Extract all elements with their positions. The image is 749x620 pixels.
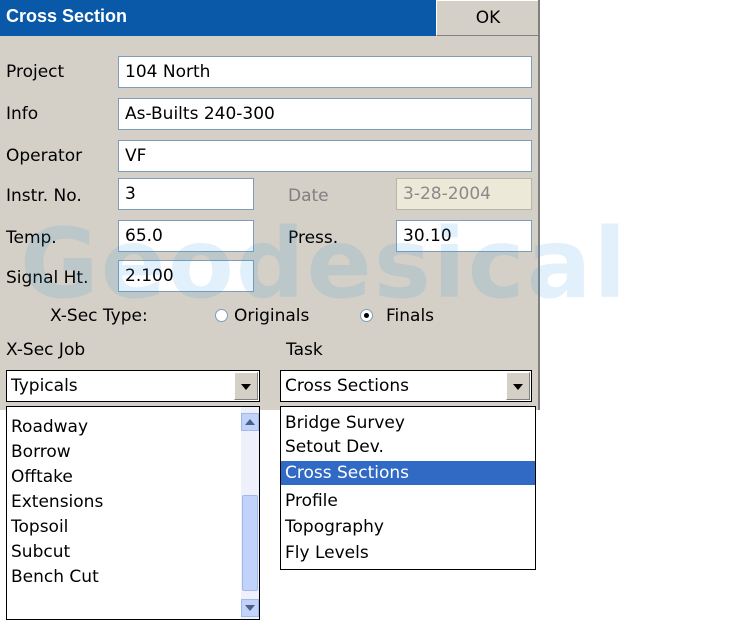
list-item[interactable]: Bridge Survey — [285, 413, 405, 433]
signal-ht-field[interactable]: 2.100 — [118, 260, 254, 292]
list-item[interactable]: Fly Levels — [285, 543, 369, 563]
list-item[interactable]: Profile — [285, 491, 338, 511]
xsec-job-label: X-Sec Job — [6, 340, 86, 360]
scrollbar-thumb[interactable] — [242, 495, 258, 591]
list-item[interactable]: Setout Dev. — [285, 437, 384, 457]
chevron-down-icon[interactable] — [506, 372, 530, 400]
operator-field[interactable]: VF — [118, 140, 532, 172]
scroll-down-icon[interactable] — [241, 599, 259, 617]
xsec-job-dropdown[interactable]: Typicals — [6, 370, 260, 402]
date-label: Date — [288, 186, 329, 206]
list-item[interactable]: Roadway — [11, 417, 88, 437]
list-item-selected[interactable]: Cross Sections — [281, 461, 535, 485]
operator-label: Operator — [6, 146, 83, 166]
project-field[interactable]: 104 North — [118, 56, 532, 88]
window-title: Cross Section — [6, 6, 128, 26]
list-item[interactable]: Subcut — [11, 542, 70, 562]
temp-field[interactable]: 65.0 — [118, 220, 254, 252]
scrollbar[interactable] — [241, 407, 259, 619]
press-label: Press. — [288, 228, 339, 248]
list-item[interactable]: Topography — [285, 517, 384, 537]
signal-ht-label: Signal Ht. — [6, 268, 89, 288]
originals-radio-label[interactable]: Originals — [234, 306, 309, 326]
chevron-down-icon[interactable] — [234, 372, 258, 400]
task-label: Task — [286, 340, 323, 360]
instr-no-label: Instr. No. — [6, 186, 82, 206]
task-dropdown[interactable]: Cross Sections — [280, 370, 532, 402]
finals-radio-label[interactable]: Finals — [386, 306, 434, 326]
task-list[interactable]: Bridge Survey Setout Dev. Cross Sections… — [280, 406, 536, 570]
originals-radio[interactable] — [215, 309, 228, 322]
dialog-right-border — [538, 0, 540, 410]
ok-button[interactable]: OK — [436, 0, 540, 36]
info-field[interactable]: As-Builts 240-300 — [118, 98, 532, 130]
list-item[interactable]: Topsoil — [11, 517, 68, 537]
list-item[interactable]: Bench Cut — [11, 567, 99, 587]
info-label: Info — [6, 104, 39, 124]
press-field[interactable]: 30.10 — [396, 220, 532, 252]
scroll-up-icon[interactable] — [241, 413, 259, 431]
finals-radio[interactable] — [360, 309, 373, 322]
task-value: Cross Sections — [285, 376, 410, 396]
xsec-job-value: Typicals — [11, 376, 78, 396]
list-item[interactable]: Borrow — [11, 442, 71, 462]
list-item[interactable]: Extensions — [11, 492, 103, 512]
instr-no-field[interactable]: 3 — [118, 178, 254, 210]
temp-label: Temp. — [6, 228, 57, 248]
title-bar: Cross Section — [0, 0, 436, 36]
xsec-job-list[interactable]: Roadway Borrow Offtake Extensions Topsoi… — [6, 406, 260, 620]
date-field: 3-28-2004 — [396, 178, 532, 210]
xsec-type-label: X-Sec Type: — [50, 306, 148, 326]
list-item[interactable]: Offtake — [11, 467, 73, 487]
cross-section-dialog: Cross Section OK Project 104 North Info … — [0, 0, 540, 410]
project-label: Project — [6, 62, 65, 82]
